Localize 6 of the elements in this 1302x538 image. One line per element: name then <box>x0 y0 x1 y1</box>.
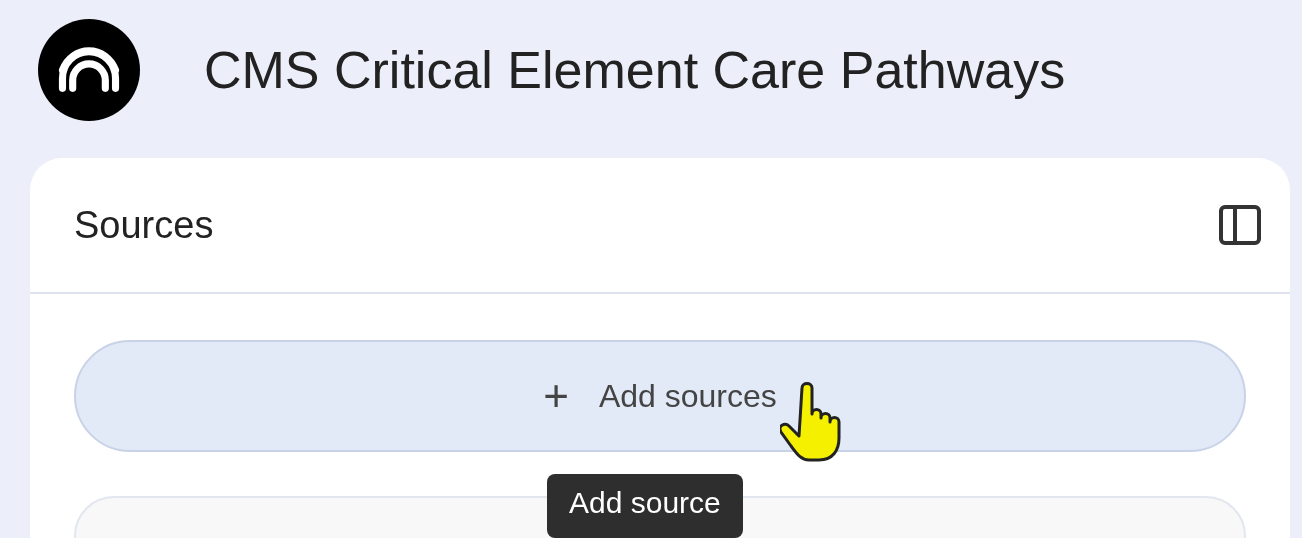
panel-title: Sources <box>74 203 214 247</box>
panel-toggle-icon[interactable] <box>1218 204 1262 246</box>
tooltip: Add source <box>547 474 743 538</box>
logo-icon[interactable] <box>38 19 140 121</box>
notebook-title: CMS Critical Element Care Pathways <box>204 40 1066 100</box>
add-sources-button[interactable]: + Add sources <box>74 340 1246 452</box>
